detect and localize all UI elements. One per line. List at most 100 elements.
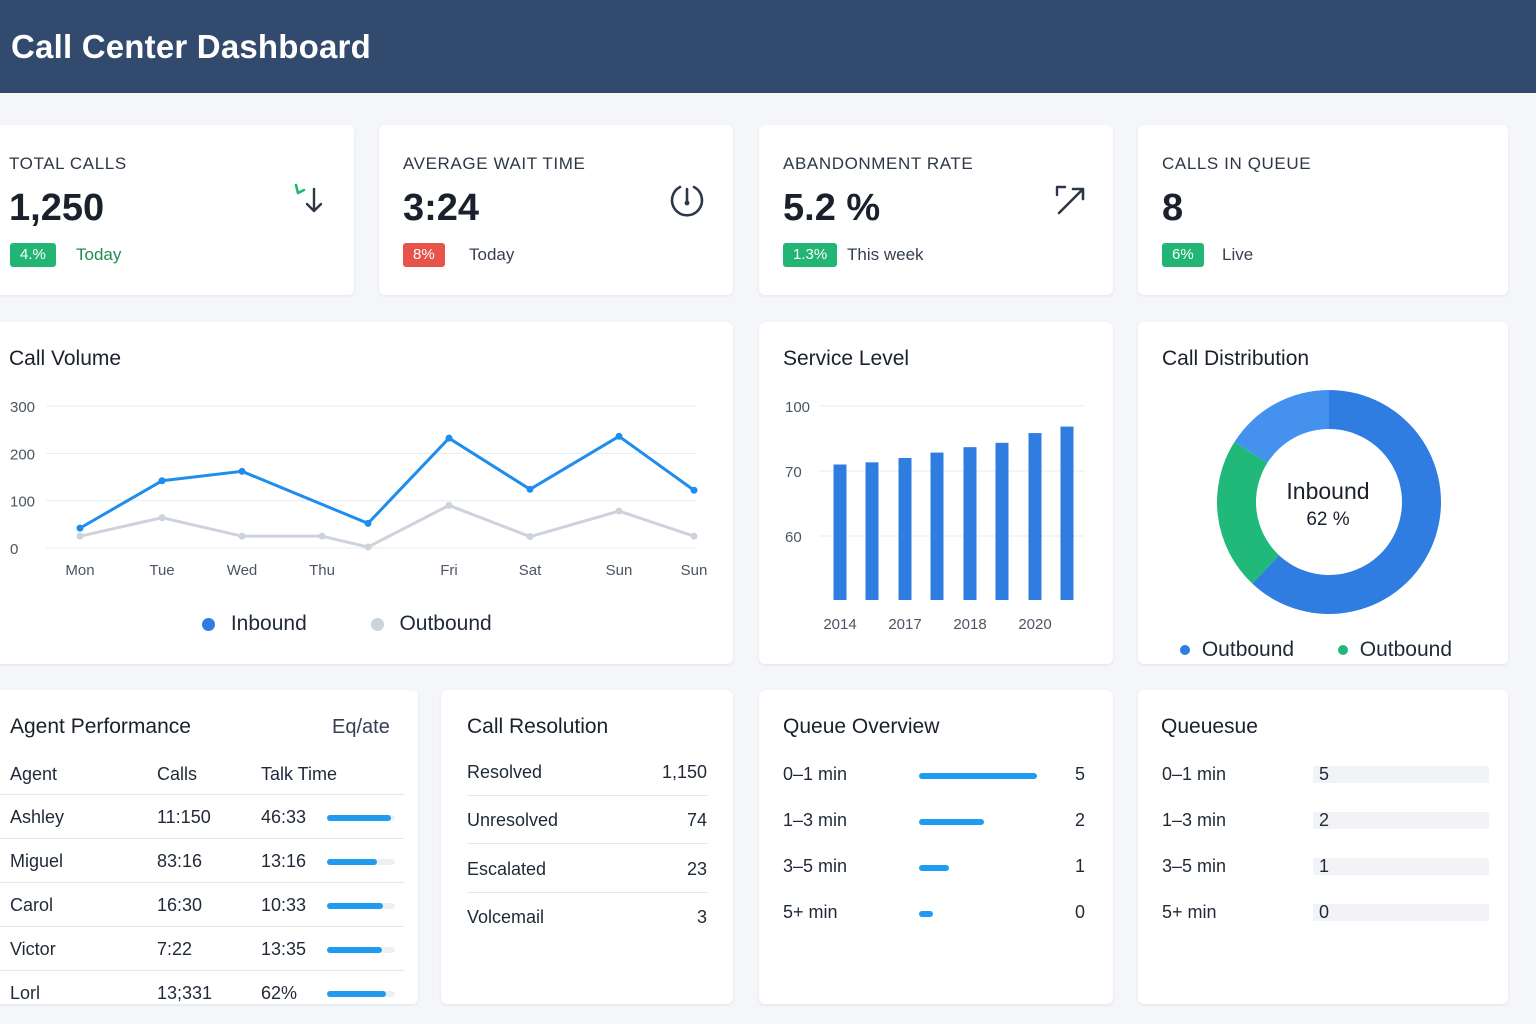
legend-outbound-dot	[1180, 645, 1190, 656]
legend-outbound-dot	[1337, 645, 1348, 656]
service-level-bar[interactable]	[930, 452, 944, 600]
data-point-outbound[interactable]	[318, 532, 326, 540]
service-level-bar[interactable]	[963, 447, 977, 600]
kpi-period: Today	[469, 245, 515, 264]
chart-legend: Inbound Outbound	[202, 612, 492, 636]
resolution-value: 23	[686, 859, 707, 879]
data-point-outbound[interactable]	[445, 501, 453, 509]
agent-name: Miguel	[10, 851, 64, 871]
kpi-badge: 8%	[403, 243, 445, 267]
queue-bucket-value: 5	[1319, 764, 1330, 784]
kpi-card-calls-in-queue: CALLS IN QUEUE 8 6% Live	[1138, 125, 1508, 295]
legend-label: Outbound	[1201, 638, 1295, 661]
service-level-bar[interactable]	[995, 442, 1009, 600]
column-header-agent[interactable]: Agent	[10, 764, 57, 785]
queue-bucket-value: 2	[1075, 810, 1086, 830]
agent-calls: 83:16	[157, 851, 203, 871]
table-row[interactable]: Ashley 11:150 46:33	[0, 794, 404, 838]
y-tick-label: 0	[10, 541, 18, 558]
service-level-bar[interactable]	[833, 464, 847, 601]
x-tick-label: Thu	[309, 562, 335, 579]
data-point-inbound[interactable]	[158, 477, 166, 485]
chart-legend: Outbound Outbound	[1180, 638, 1452, 662]
x-tick-label: Tue	[149, 562, 174, 579]
x-tick-label: Sun	[681, 562, 708, 579]
data-point-outbound[interactable]	[526, 533, 534, 541]
queue-bucket-track	[1313, 904, 1489, 921]
legend-inbound-label: Inbound	[230, 612, 307, 635]
agent-progress-track	[327, 859, 395, 865]
agent-talk-time: 13:35	[261, 939, 307, 959]
agent-progress-fill	[327, 991, 386, 997]
resolution-row-escalated: Escalated 23	[467, 845, 707, 893]
y-tick-label: 100	[10, 494, 35, 511]
x-tick-label: Mon	[65, 562, 94, 579]
column-header-calls[interactable]: Calls	[157, 764, 197, 785]
data-point-outbound[interactable]	[76, 532, 84, 540]
call-distribution-card: Call Distribution Inbound 62 % Outbound …	[1138, 322, 1508, 664]
legend-outbound-label: Outbound	[399, 612, 492, 635]
page-title: Call Center Dashboard	[11, 28, 371, 65]
data-point-outbound[interactable]	[364, 543, 372, 551]
donut-center-value: 62 %	[1306, 509, 1350, 530]
kpi-value: 8	[1162, 187, 1184, 229]
service-level-bar[interactable]	[1028, 433, 1042, 600]
kpi-card-average-wait-time: AVERAGE WAIT TIME 3:24 8% Today	[379, 125, 733, 295]
data-point-outbound[interactable]	[238, 532, 246, 540]
kpi-title: TOTAL CALLS	[9, 154, 127, 173]
kpi-badge: 1.3%	[783, 243, 838, 267]
resolution-label: Escalated	[467, 859, 547, 879]
table-row[interactable]: Miguel 83:16 13:16	[0, 838, 404, 882]
service-level-bar[interactable]	[898, 458, 912, 600]
table-row[interactable]: Lorl 13;331 62%	[0, 970, 404, 1004]
data-point-inbound[interactable]	[615, 432, 623, 440]
resolution-row-resolved: Resolved 1,150	[467, 748, 707, 796]
data-point-inbound[interactable]	[364, 519, 372, 527]
service-level-bar[interactable]	[1060, 426, 1074, 600]
data-point-outbound[interactable]	[615, 507, 623, 515]
queue-overview-card: Queue Overview 0–1 min 5 1–3 min 2 3–5 min 1 5…	[759, 690, 1113, 1004]
x-tick-label: 2020	[1018, 616, 1051, 633]
agent-talk-time: 10:33	[261, 895, 307, 915]
data-point-inbound[interactable]	[238, 467, 246, 475]
table-row[interactable]: Carol 16:30 10:33	[0, 882, 404, 926]
resolution-value: 74	[686, 810, 707, 830]
y-tick-label: 300	[10, 399, 35, 416]
queue-bucket-bar	[919, 911, 934, 917]
agent-name: Carol	[10, 895, 54, 915]
donut-center-label: Inbound	[1286, 478, 1370, 504]
queue-bucket-label: 1–3 min	[1162, 810, 1227, 830]
card-title: Agent Performance	[10, 715, 191, 738]
resolution-row-unresolved: Unresolved 74	[467, 796, 707, 844]
data-point-inbound[interactable]	[690, 486, 698, 494]
agent-progress-track	[327, 815, 395, 821]
agent-performance-action-link[interactable]: Eq/ate	[332, 716, 390, 739]
data-point-inbound[interactable]	[76, 524, 84, 532]
kpi-value: 1,250	[9, 187, 105, 229]
queuesue-card: Queuesue 0–1 min 5 1–3 min 2 3–5 min 1 5+ min 0	[1138, 690, 1508, 1004]
series-line-outbound	[79, 503, 695, 549]
kpi-title: CALLS IN QUEUE	[1162, 154, 1312, 173]
agent-performance-card: Agent Performance Eq/ate Agent Calls Tal…	[0, 690, 418, 1004]
queue-bucket-label: 1–3 min	[783, 810, 848, 830]
data-point-inbound[interactable]	[445, 434, 453, 442]
x-tick-label: Wed	[227, 562, 258, 579]
timer-icon	[670, 185, 704, 217]
data-point-outbound[interactable]	[158, 514, 166, 522]
data-point-inbound[interactable]	[526, 485, 534, 493]
queue-bucket-bar	[919, 819, 984, 825]
resolution-row-voicemail: Volcemail 3	[467, 893, 707, 941]
table-row[interactable]: Victor 7:22 13:35	[0, 926, 404, 970]
x-tick-label: 2014	[823, 616, 856, 633]
service-level-bar[interactable]	[865, 462, 879, 600]
agent-calls: 13;331	[157, 983, 213, 1003]
card-title: Call Resolution	[467, 715, 609, 738]
column-header-talk-time[interactable]: Talk Time	[261, 764, 337, 785]
queue-bucket-label: 0–1 min	[1162, 764, 1227, 784]
agent-progress-track	[327, 947, 395, 953]
agent-talk-time: 46:33	[261, 807, 307, 827]
data-point-outbound[interactable]	[690, 532, 698, 540]
legend-inbound-dot	[202, 617, 215, 631]
kpi-card-total-calls: TOTAL CALLS 1,250 4.% Today	[0, 125, 354, 295]
agent-name: Ashley	[10, 807, 65, 827]
